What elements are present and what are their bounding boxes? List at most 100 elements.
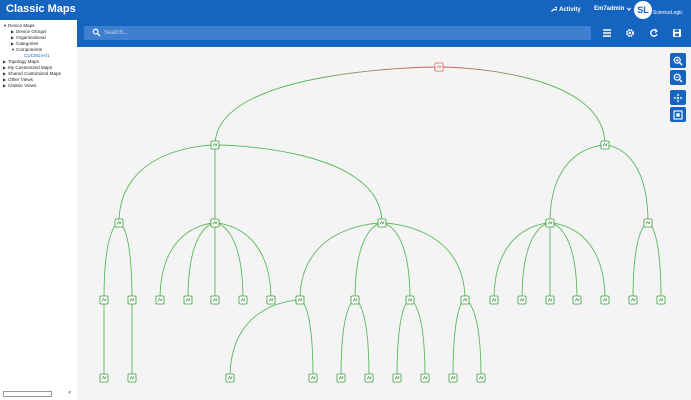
tree-item-classic-views[interactable]: ▶ Classic Views [3, 83, 77, 89]
map-node-a2c5[interactable] [266, 295, 276, 305]
user-name: Em7admin [594, 6, 625, 12]
map-node-a1[interactable] [114, 218, 124, 228]
map-node-b[interactable] [600, 140, 610, 150]
map-node-a2c2[interactable] [183, 295, 193, 305]
user-menu[interactable]: Em7admin [594, 6, 632, 12]
map-node-l8[interactable] [420, 373, 430, 383]
topology-map [99, 62, 666, 383]
map-link-a3c1-l3[interactable] [229, 299, 301, 379]
map-node-a2[interactable] [210, 218, 220, 228]
map-link-a2-a2c2[interactable] [187, 222, 216, 301]
sidebar-horizontal-scrollbar[interactable] [3, 391, 52, 397]
map-link-a3c3-l7[interactable] [396, 299, 411, 379]
collapse-sidebar-button[interactable]: « [68, 390, 71, 396]
pan-button[interactable] [670, 90, 686, 105]
map-node-l4[interactable] [308, 373, 318, 383]
list-view-button[interactable] [601, 27, 613, 39]
map-link-a3-a3c2[interactable] [354, 222, 383, 301]
map-node-l10[interactable] [476, 373, 486, 383]
map-link-b1-b1c4[interactable] [549, 222, 578, 301]
map-node-a3c1[interactable] [295, 295, 305, 305]
map-node-b2c1[interactable] [628, 295, 638, 305]
logo-text: ScienceLogic [653, 10, 683, 16]
fit-icon [673, 109, 683, 120]
app-title: Classic Maps [6, 3, 76, 15]
move-icon [673, 93, 683, 102]
wrench-icon [551, 6, 557, 12]
activity-label: Activity [559, 6, 581, 13]
map-link-b2-b2c1[interactable] [632, 222, 649, 301]
map-link-root-a[interactable] [214, 66, 440, 146]
map-tree-sidebar: ▼ Device Maps ▶ Device Groups ▶ Organizatio… [0, 20, 78, 400]
map-node-l6[interactable] [364, 373, 374, 383]
zoom-in-button[interactable] [670, 53, 686, 68]
node-layer [99, 62, 666, 383]
map-link-a3-a3c1[interactable] [299, 222, 383, 301]
map-node-l3[interactable] [225, 373, 235, 383]
map-link-a3c4-l10[interactable] [464, 299, 482, 379]
list-icon [603, 29, 611, 37]
search-input[interactable] [104, 26, 584, 40]
map-node-b1[interactable] [545, 218, 555, 228]
map-node-b1c3[interactable] [545, 295, 555, 305]
refresh-button[interactable] [648, 27, 660, 39]
map-link-a1-a1c2[interactable] [118, 222, 133, 301]
map-link-a-a1[interactable] [118, 144, 216, 224]
map-link-b-b2[interactable] [604, 144, 649, 224]
map-node-a3c4[interactable] [460, 295, 470, 305]
map-link-a1-a1c1[interactable] [103, 222, 120, 301]
map-link-a2-a2c1[interactable] [159, 222, 216, 301]
map-node-b1c5[interactable] [600, 295, 610, 305]
map-link-a3c4-l9[interactable] [452, 299, 466, 379]
map-node-b1c1[interactable] [489, 295, 499, 305]
map-node-a2c3[interactable] [210, 295, 220, 305]
gear-icon [626, 29, 634, 37]
map-tree: ▼ Device Maps ▶ Device Groups ▶ Organizatio… [0, 20, 77, 89]
zoom-out-button[interactable] [670, 70, 686, 85]
map-node-a3[interactable] [377, 218, 387, 228]
map-link-a3c2-l6[interactable] [354, 299, 370, 379]
settings-button[interactable] [624, 27, 636, 39]
map-node-b2c2[interactable] [656, 295, 666, 305]
map-node-l2[interactable] [127, 373, 137, 383]
map-link-a3c3-l8[interactable] [409, 299, 426, 379]
chevron-down-icon [627, 7, 632, 11]
map-node-a1c1[interactable] [99, 295, 109, 305]
map-link-a3c1-l4[interactable] [299, 299, 314, 379]
map-link-a3-a3c3[interactable] [381, 222, 411, 301]
map-link-a3c2-l5[interactable] [340, 299, 356, 379]
sciencelogic-logo: SL ScienceLogic [634, 1, 683, 19]
map-node-a2c1[interactable] [155, 295, 165, 305]
map-node-b1c4[interactable] [572, 295, 582, 305]
map-link-a3-a3c4[interactable] [381, 222, 466, 301]
map-link-b2-b2c2[interactable] [647, 222, 662, 301]
map-link-b1-b1c5[interactable] [549, 222, 606, 301]
map-link-b1-b1c2[interactable] [521, 222, 551, 301]
map-link-a2-a2c4[interactable] [214, 222, 244, 301]
map-link-a-a3[interactable] [214, 144, 383, 224]
refresh-icon [650, 28, 658, 37]
top-bar: Classic Maps Activity Em7admin SL Scienc… [0, 0, 691, 20]
fit-to-screen-button[interactable] [670, 107, 686, 122]
map-node-a3c2[interactable] [350, 295, 360, 305]
map-node-l1[interactable] [99, 373, 109, 383]
map-node-l7[interactable] [392, 373, 402, 383]
map-node-b1c2[interactable] [517, 295, 527, 305]
activity-button[interactable]: Activity [550, 6, 581, 13]
search-icon [92, 28, 101, 37]
map-link-b-b1[interactable] [549, 144, 606, 224]
map-node-l9[interactable] [448, 373, 458, 383]
map-node-root[interactable] [434, 62, 444, 72]
map-node-a2c4[interactable] [238, 295, 248, 305]
map-node-a3c3[interactable] [405, 295, 415, 305]
map-node-a1c2[interactable] [127, 295, 137, 305]
map-link-root-b[interactable] [438, 66, 606, 146]
save-icon [673, 29, 681, 37]
map-canvas[interactable] [77, 47, 691, 400]
zoom-out-icon [673, 73, 683, 82]
map-node-a[interactable] [210, 140, 220, 150]
zoom-in-icon [673, 56, 683, 65]
map-node-b2[interactable] [643, 218, 653, 228]
map-node-l5[interactable] [336, 373, 346, 383]
save-button[interactable] [671, 27, 683, 39]
